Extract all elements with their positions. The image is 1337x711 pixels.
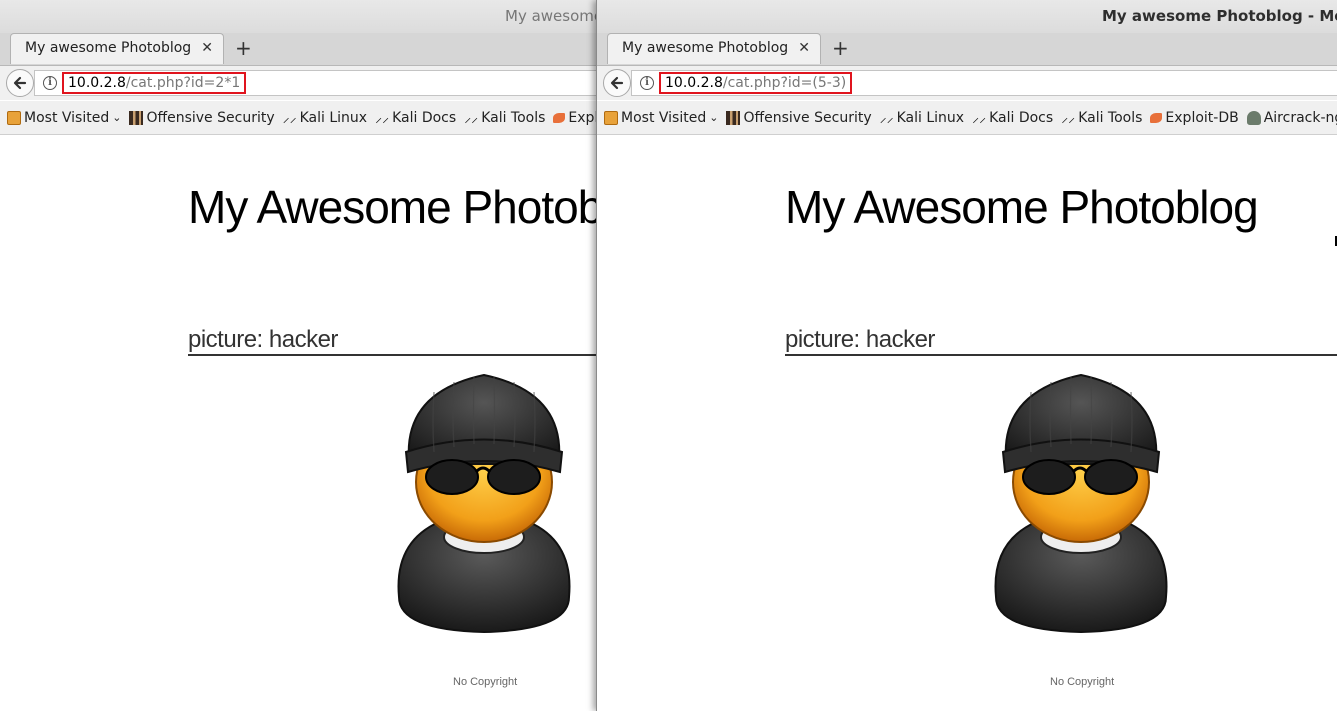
close-icon[interactable]: ✕	[201, 40, 213, 56]
page-title: My Awesome Photob	[188, 181, 600, 233]
page-content: My Awesome Photob picture: hacker No Cop…	[0, 136, 600, 711]
browser-window-left: My awesome My awesome Photoblog ✕ + i 10…	[0, 0, 600, 711]
bookmark-label: Offensive Security	[146, 109, 275, 126]
bookmark-most-visited[interactable]: Most Visited ⌄	[604, 110, 718, 126]
bookmark-label: Most Visited	[24, 109, 110, 126]
browser-window-right: My awesome Photoblog - Mozilla Fi My awe…	[596, 0, 1337, 711]
kali-dragon-icon: ⸝⸝	[464, 109, 479, 126]
title-bar: My awesome Photoblog - Mozilla Fi	[597, 0, 1337, 33]
bookmark-label: Kali Docs	[989, 109, 1054, 126]
picture-heading: picture: hacker	[188, 326, 600, 356]
hacker-image	[994, 373, 1168, 634]
bookmark-offensive-security[interactable]: Offensive Security	[129, 109, 275, 126]
exploit-db-icon	[553, 112, 566, 123]
chevron-down-icon: ⌄	[112, 111, 122, 124]
bookmark-kali-docs[interactable]: ⸝⸝ Kali Docs	[972, 110, 1053, 126]
plus-icon[interactable]: +	[235, 36, 252, 60]
bookmark-most-visited[interactable]: Most Visited ⌄	[7, 110, 121, 126]
back-arrow-icon	[610, 76, 624, 90]
bookmark-label: Aircrack-ng	[1263, 109, 1337, 126]
bookmark-label: Most Visited	[621, 109, 707, 126]
kali-dragon-icon: ⸝⸝	[972, 109, 987, 126]
tab-photoblog[interactable]: My awesome Photoblog ✕	[10, 33, 224, 64]
bookmark-exploit-db[interactable]: Exploit-DB	[1150, 109, 1239, 126]
chevron-down-icon: ⌄	[709, 111, 719, 124]
bookmark-label: Offensive Security	[743, 109, 872, 126]
bookmarks-toolbar: Most Visited ⌄ Offensive Security ⸝⸝ Kali …	[0, 101, 600, 135]
bookmark-kali-linux[interactable]: ⸝⸝ Kali Linux	[880, 110, 964, 126]
footer-text: No Copyright	[1050, 676, 1115, 688]
picture-heading: picture: hacker	[785, 326, 1337, 356]
tab-photoblog[interactable]: My awesome Photoblog ✕	[607, 33, 821, 64]
url-text[interactable]: 10.0.2.8/cat.php?id=(5-3)	[659, 72, 853, 94]
url-path: /cat.php?id=(5-3)	[722, 75, 847, 91]
aircrack-icon	[1246, 110, 1261, 125]
hacker-image	[397, 373, 571, 634]
bookmarks-toolbar: Most Visited ⌄ Offensive Security ⸝⸝ Kali …	[597, 101, 1337, 135]
tab-strip: My awesome Photoblog ✕ +	[597, 33, 1337, 66]
bookmark-kali-tools[interactable]: ⸝⸝ Kali Tools	[464, 110, 545, 126]
exploit-db-icon	[1150, 112, 1163, 123]
bookmark-label: Kali Linux	[299, 109, 368, 126]
kali-dragon-icon: ⸝⸝	[1061, 109, 1076, 126]
navigation-bar: i 10.0.2.8/cat.php?id=2*1	[0, 66, 600, 100]
url-text[interactable]: 10.0.2.8/cat.php?id=2*1	[62, 72, 247, 94]
kali-dragon-icon: ⸝⸝	[879, 109, 894, 126]
bookmark-exploit-db[interactable]: Exploit-	[553, 110, 600, 126]
navigation-bar: i 10.0.2.8/cat.php?id=(5-3)	[597, 66, 1337, 100]
bookmark-label: Exploit-DB	[1165, 109, 1239, 126]
page-content: My Awesome Photoblog picture: hacker No …	[597, 136, 1337, 711]
folder-icon	[604, 110, 618, 125]
window-title: My awesome Photoblog - Mozilla Fi	[1102, 7, 1337, 25]
tab-label: My awesome Photoblog	[25, 40, 192, 56]
info-icon[interactable]: i	[43, 76, 57, 90]
bookmark-label: Kali Tools	[1078, 109, 1143, 126]
bookmark-label: Kali Docs	[392, 109, 457, 126]
url-bar[interactable]: i 10.0.2.8/cat.php?id=2*1	[34, 70, 600, 96]
tab-label: My awesome Photoblog	[622, 40, 789, 56]
close-icon[interactable]: ✕	[798, 40, 810, 56]
bookmark-label: Kali Linux	[896, 109, 965, 126]
bookmark-kali-docs[interactable]: ⸝⸝ Kali Docs	[375, 110, 456, 126]
bookmark-kali-linux[interactable]: ⸝⸝ Kali Linux	[283, 110, 367, 126]
back-button[interactable]	[6, 69, 34, 97]
kali-dragon-icon: ⸝⸝	[375, 109, 390, 126]
bookmark-kali-tools[interactable]: ⸝⸝ Kali Tools	[1061, 110, 1142, 126]
offsec-icon	[129, 110, 144, 125]
footer-text: No Copyright	[453, 676, 518, 688]
kali-dragon-icon: ⸝⸝	[282, 109, 297, 126]
window-title: My awesome	[505, 7, 600, 25]
url-host: 10.0.2.8	[68, 75, 126, 91]
tab-strip: My awesome Photoblog ✕ +	[0, 33, 600, 66]
url-bar[interactable]: i 10.0.2.8/cat.php?id=(5-3)	[631, 70, 1337, 96]
bookmark-label: Kali Tools	[481, 109, 546, 126]
back-button[interactable]	[603, 69, 631, 97]
plus-icon[interactable]: +	[832, 36, 849, 60]
info-icon[interactable]: i	[640, 76, 654, 90]
back-arrow-icon	[13, 76, 27, 90]
bookmark-offensive-security[interactable]: Offensive Security	[726, 109, 872, 126]
page-title: My Awesome Photoblog	[785, 181, 1259, 233]
folder-icon	[7, 110, 21, 125]
url-host: 10.0.2.8	[665, 75, 723, 91]
title-bar: My awesome	[0, 0, 600, 33]
bookmark-aircrack-ng[interactable]: Aircrack-ng	[1246, 109, 1337, 126]
offsec-icon	[726, 110, 741, 125]
url-path: /cat.php?id=2*1	[125, 75, 241, 91]
